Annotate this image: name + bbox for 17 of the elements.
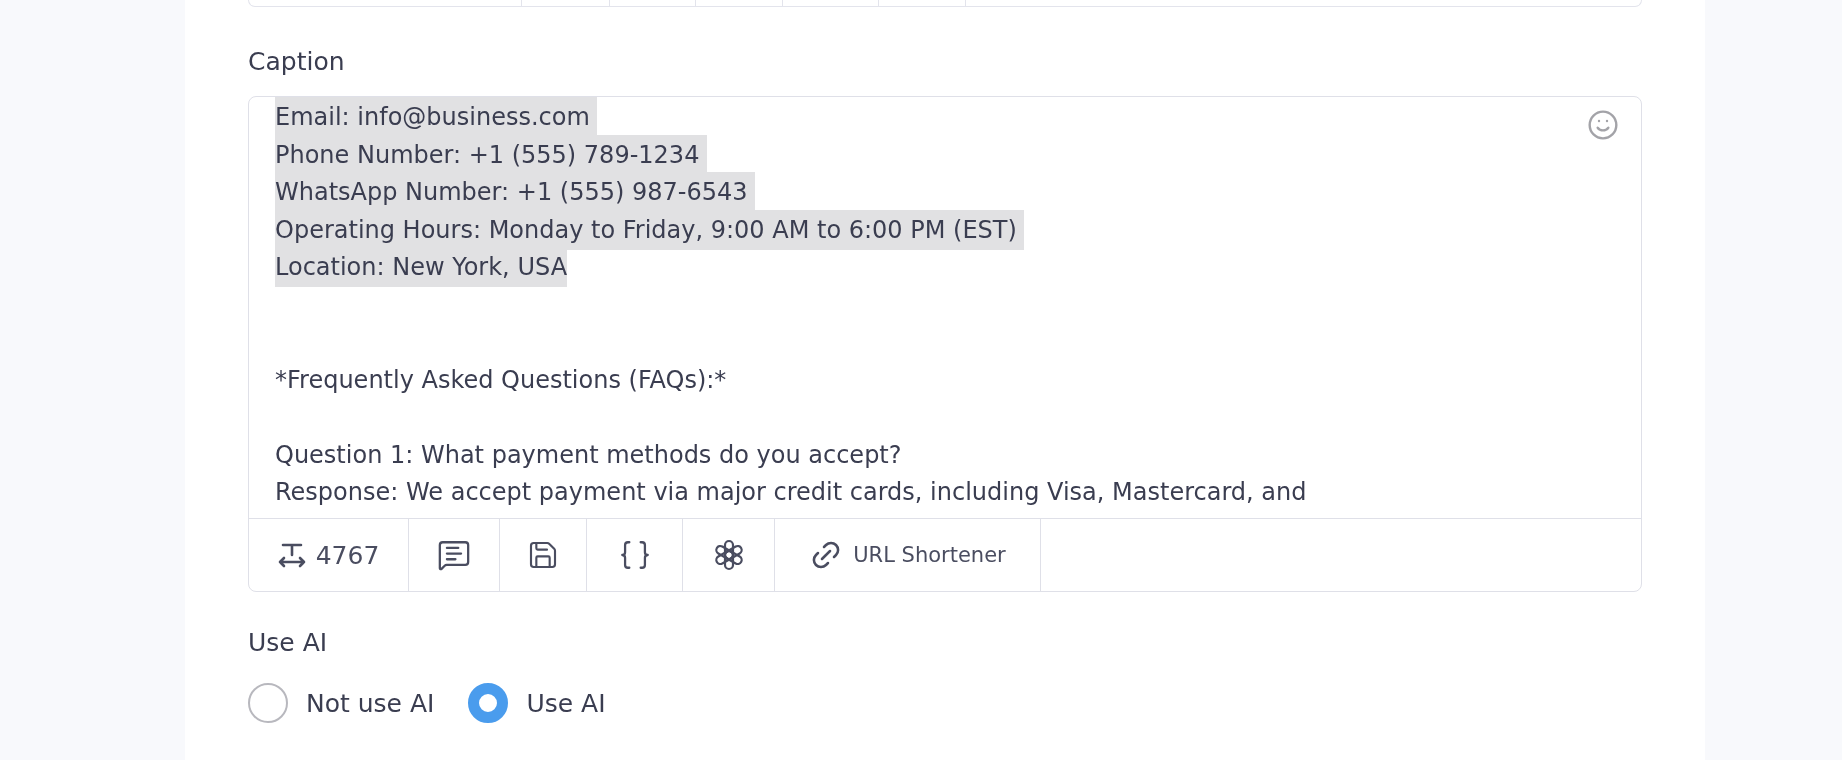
use-ai-radio-option[interactable]: Use AI bbox=[468, 683, 606, 723]
caption-text-line: Response: We accept payment via major credit cards, including Visa, Mastercard, and bbox=[275, 477, 1307, 508]
use-ai-radio-option[interactable]: Not use AI bbox=[248, 683, 435, 723]
radio-label: Use AI bbox=[526, 688, 606, 718]
caption-field[interactable] bbox=[248, 96, 1642, 592]
radio-button[interactable] bbox=[468, 683, 509, 723]
radio-label: Not use AI bbox=[306, 688, 435, 718]
text-width-icon bbox=[277, 542, 306, 568]
save-icon bbox=[527, 539, 559, 571]
caption-label: Caption bbox=[248, 47, 346, 76]
use-ai-label: Use AI bbox=[248, 628, 329, 657]
caption-text-line: Question 1: What payment methods do you accept? bbox=[275, 439, 902, 471]
comment-icon bbox=[437, 538, 471, 572]
url-shortener-button[interactable]: URL Shortener bbox=[775, 519, 1041, 591]
caption-text-line: *Frequently Asked Questions (FAQs):* bbox=[275, 364, 727, 396]
character-count-button[interactable]: 4767 bbox=[249, 519, 409, 591]
radio-button[interactable] bbox=[248, 683, 288, 723]
